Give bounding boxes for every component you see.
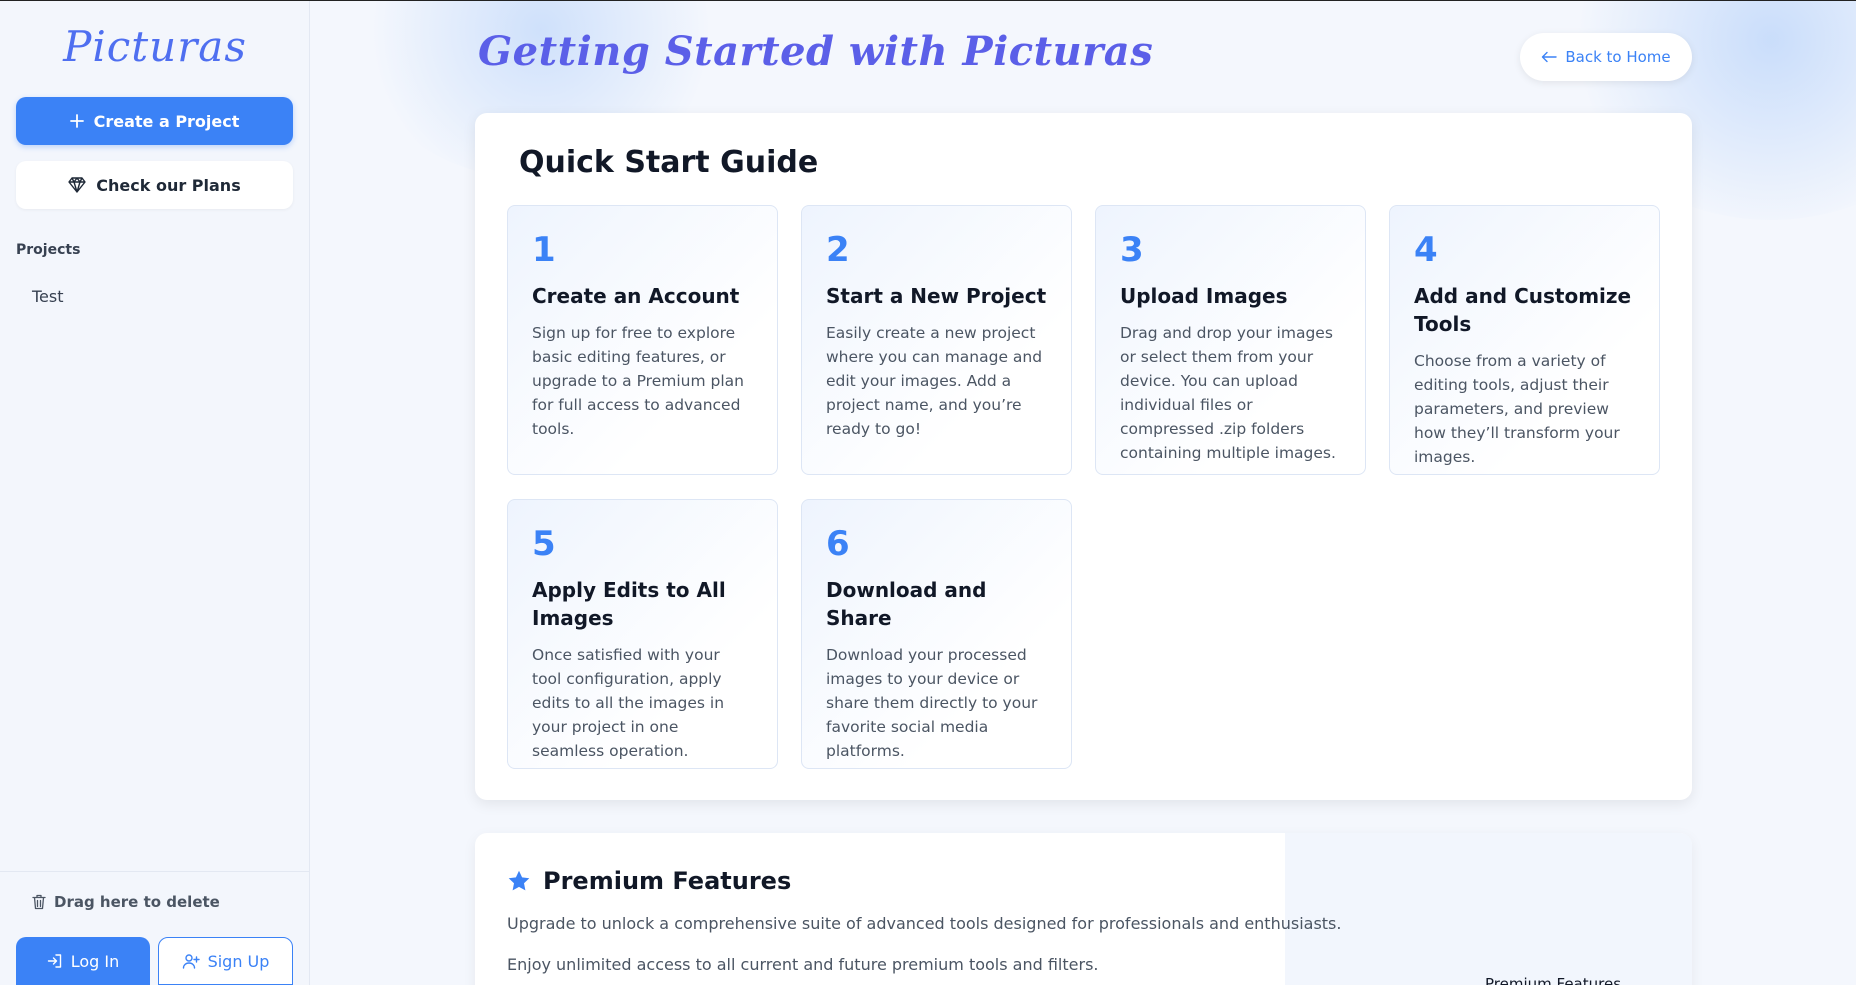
- step-number: 6: [826, 524, 850, 564]
- diamond-icon: [68, 177, 86, 193]
- premium-preview-caption: Premium Features: [1485, 975, 1622, 985]
- step-title: Create an Account: [532, 284, 740, 308]
- login-icon: [47, 953, 63, 969]
- step-number: 5: [532, 524, 556, 564]
- step-description: Choose from a variety of editing tools, …: [1414, 352, 1620, 466]
- step-card: 4 Add and Customize Tools Choose from a …: [1389, 205, 1660, 475]
- step-number: 3: [1120, 230, 1144, 270]
- quick-start-card: Quick Start Guide 1 Create an Account Si…: [475, 113, 1692, 800]
- step-card: 6 Download and Share Download your proce…: [801, 499, 1072, 769]
- star-icon: [507, 869, 531, 893]
- trash-icon: [32, 894, 46, 910]
- project-item-test[interactable]: Test: [32, 287, 64, 306]
- quick-start-title: Quick Start Guide: [519, 145, 819, 180]
- step-description: Once satisfied with your tool configurat…: [532, 646, 725, 760]
- step-number: 2: [826, 230, 850, 270]
- step-title: Start a New Project: [826, 284, 1047, 308]
- premium-description: Enjoy unlimited access to all current an…: [507, 955, 1099, 974]
- step-description: Drag and drop your images or select them…: [1120, 324, 1336, 462]
- premium-preview-panel: [1285, 833, 1692, 985]
- arrow-left-icon: [1541, 51, 1558, 63]
- premium-description: Upgrade to unlock a comprehensive suite …: [507, 914, 1342, 933]
- step-card: 1 Create an Account Sign up for free to …: [507, 205, 778, 475]
- step-card: 5 Apply Edits to All Images Once satisfi…: [507, 499, 778, 769]
- step-title: Apply Edits to All Images: [532, 578, 726, 630]
- step-title: Upload Images: [1120, 284, 1288, 308]
- back-to-home-label: Back to Home: [1565, 48, 1671, 66]
- delete-drop-zone[interactable]: Drag here to delete: [32, 893, 220, 911]
- create-project-label: Create a Project: [93, 111, 240, 131]
- step-number: 1: [532, 230, 556, 270]
- check-plans-label: Check our Plans: [96, 175, 241, 195]
- signup-label: Sign Up: [207, 951, 270, 971]
- back-to-home-button[interactable]: Back to Home: [1520, 33, 1692, 81]
- login-label: Log In: [70, 951, 120, 971]
- projects-heading: Projects: [16, 242, 81, 258]
- login-button[interactable]: Log In: [16, 937, 150, 985]
- window-top-border: [0, 0, 1856, 1]
- step-description: Easily create a new project where you ca…: [826, 324, 1043, 438]
- delete-zone-label: Drag here to delete: [54, 893, 220, 911]
- sidebar-divider: [0, 871, 310, 872]
- check-plans-button[interactable]: Check our Plans: [16, 161, 293, 209]
- step-number: 4: [1414, 230, 1438, 270]
- page-title: Getting Started with Picturas: [478, 28, 1154, 75]
- main-content: Getting Started with Picturas Back to Ho…: [311, 0, 1856, 985]
- create-project-button[interactable]: Create a Project: [16, 97, 293, 145]
- premium-features-card: Premium Features Upgrade to unlock a com…: [475, 833, 1692, 985]
- app-logo[interactable]: Picturas: [0, 22, 310, 71]
- signup-button[interactable]: Sign Up: [158, 937, 293, 985]
- user-plus-icon: [182, 953, 200, 969]
- step-description: Download your processed images to your d…: [826, 646, 1038, 760]
- step-title: Add and Customize Tools: [1414, 284, 1632, 336]
- premium-title-label: Premium Features: [543, 867, 792, 895]
- premium-title: Premium Features: [507, 867, 791, 895]
- plus-icon: [69, 114, 84, 128]
- sidebar: Picturas Create a Project Check our Plan…: [0, 0, 310, 985]
- step-description: Sign up for free to explore basic editin…: [532, 324, 744, 438]
- step-title: Download and Share: [826, 578, 987, 630]
- step-card: 2 Start a New Project Easily create a ne…: [801, 205, 1072, 475]
- step-card: 3 Upload Images Drag and drop your image…: [1095, 205, 1366, 475]
